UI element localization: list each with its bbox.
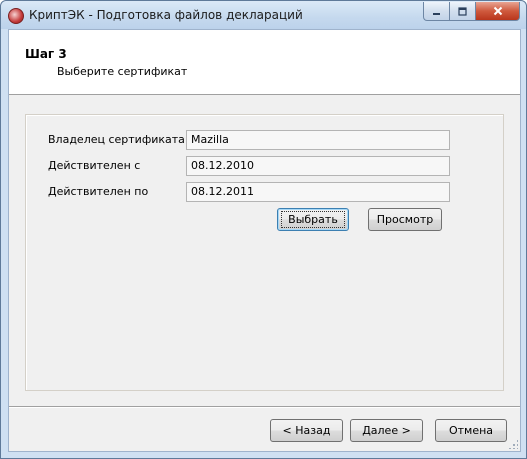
caption-buttons	[423, 2, 520, 21]
view-certificate-button[interactable]: Просмотр	[368, 208, 442, 231]
select-certificate-button[interactable]: Выбрать	[277, 208, 349, 231]
app-logo-icon	[8, 8, 24, 24]
cancel-button[interactable]: Отмена	[435, 419, 507, 442]
step-subtitle: Выберите сертификат	[57, 65, 188, 78]
select-button-label: Выбрать	[281, 211, 345, 228]
footer-divider	[9, 406, 520, 408]
valid-from-label: Действителен с	[48, 159, 141, 172]
app-window: КриптЭК - Подготовка файлов деклараций Ш…	[0, 0, 527, 459]
window-title: КриптЭК - Подготовка файлов деклараций	[29, 8, 303, 22]
next-button[interactable]: Далее >	[350, 419, 423, 442]
owner-label: Владелец сертификата	[48, 133, 185, 146]
resize-grip-icon[interactable]	[508, 439, 518, 449]
owner-field[interactable]: Mazilla	[186, 130, 450, 150]
valid-to-field[interactable]: 08.12.2011	[186, 182, 450, 202]
minimize-button[interactable]	[423, 2, 450, 21]
valid-from-field[interactable]: 08.12.2010	[186, 156, 450, 176]
minimize-icon	[433, 12, 440, 15]
certificate-panel: Владелец сертификата Mazilla Действителе…	[25, 114, 504, 391]
back-button[interactable]: < Назад	[270, 419, 343, 442]
maximize-button[interactable]	[450, 2, 476, 21]
wizard-header: Шаг 3 Выберите сертификат	[9, 30, 520, 95]
maximize-icon	[458, 6, 467, 16]
step-title: Шаг 3	[25, 47, 67, 61]
close-button[interactable]	[476, 2, 520, 21]
close-icon	[493, 6, 502, 16]
wizard-client-area: Шаг 3 Выберите сертификат Владелец серти…	[8, 29, 521, 452]
title-bar[interactable]: КриптЭК - Подготовка файлов деклараций	[1, 1, 526, 29]
valid-to-label: Действителен по	[48, 185, 149, 198]
